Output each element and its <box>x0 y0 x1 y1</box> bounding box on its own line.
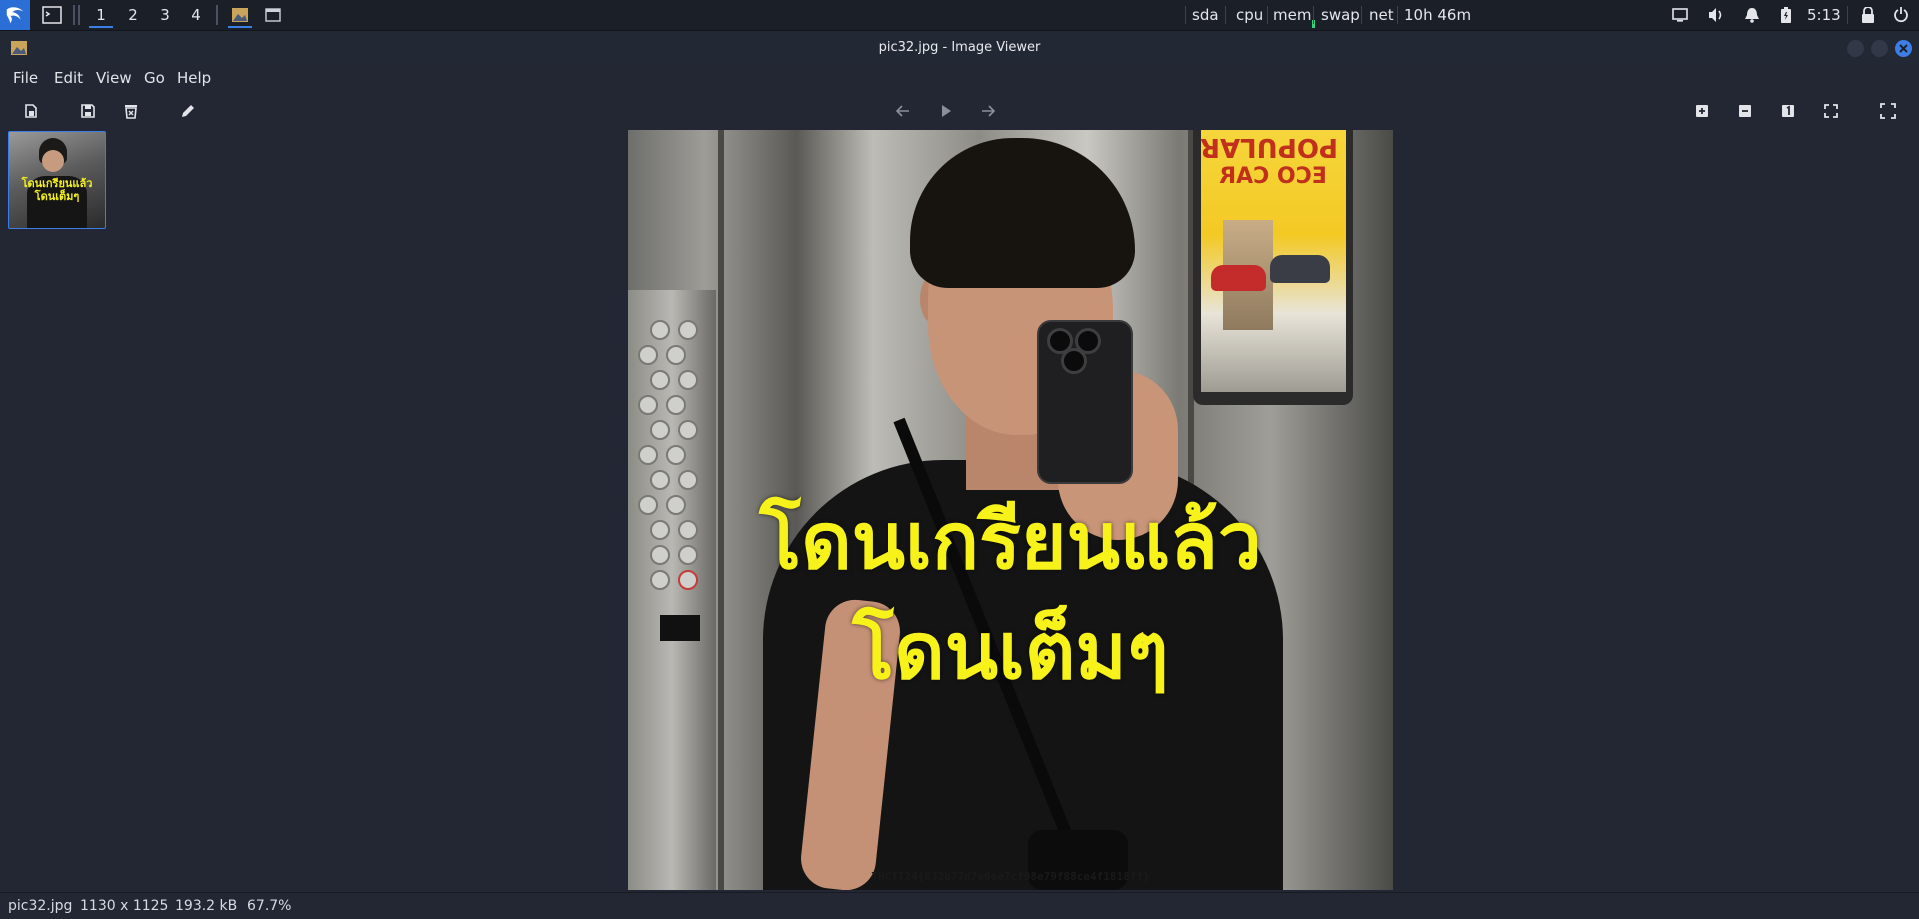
net-monitor[interactable]: net <box>1369 0 1394 30</box>
monitor-separator <box>1267 6 1268 24</box>
monitor-separator <box>1313 6 1314 24</box>
ad-car-red <box>1211 265 1266 291</box>
image-viewer-icon <box>232 8 248 22</box>
window-title: pic32.jpg - Image Viewer <box>878 40 1041 55</box>
edit-button[interactable] <box>177 100 199 122</box>
bell-icon[interactable] <box>1741 0 1763 30</box>
volume-icon[interactable] <box>1705 0 1727 30</box>
menu-edit[interactable]: Edit <box>54 65 83 91</box>
thumbnail-caption: โดนเกรียนแล้ว โดนเต็มๆ <box>9 177 105 203</box>
swap-monitor[interactable]: swap <box>1321 0 1360 30</box>
open-button[interactable] <box>20 100 42 122</box>
mem-monitor[interactable]: mem <box>1273 0 1311 30</box>
status-dimensions: 1130 x 1125 <box>80 898 169 914</box>
workspace-1[interactable]: 1 <box>86 0 116 30</box>
toolbar <box>0 93 1919 127</box>
tray-separator <box>1847 6 1848 24</box>
task-image-viewer[interactable] <box>225 0 255 30</box>
battery-icon[interactable] <box>1775 0 1797 30</box>
thumbnail-caption-line2: โดนเต็มๆ <box>34 190 80 203</box>
thumbnail-caption-line1: โดนเกรียนแล้ว <box>21 177 93 190</box>
ad-car-dark <box>1270 255 1330 283</box>
panel-separator <box>73 5 75 25</box>
panel-separator <box>78 5 80 25</box>
close-icon <box>1899 44 1908 53</box>
save-button[interactable] <box>77 100 99 122</box>
image-watermark-text: THCTT24{832b77d7e6ee7cf98e79f88ce4f1818f… <box>871 870 1150 883</box>
power-icon[interactable] <box>1890 0 1912 30</box>
thumbnail-face <box>42 150 64 172</box>
zoom-1-icon <box>1782 105 1794 117</box>
delete-icon <box>125 105 137 119</box>
delete-button[interactable] <box>120 100 142 122</box>
cpu-monitor[interactable]: cpu <box>1236 0 1263 30</box>
display-icon[interactable] <box>1669 0 1691 30</box>
menu-view[interactable]: View <box>96 65 132 91</box>
status-filename: pic32.jpg <box>8 898 73 914</box>
zoom-out-button[interactable] <box>1734 100 1756 122</box>
phone-camera <box>1061 348 1087 374</box>
app-launcher-icon[interactable] <box>0 0 30 30</box>
fullscreen-icon <box>1880 103 1896 119</box>
smartphone <box>1037 320 1133 484</box>
edit-icon <box>182 105 194 117</box>
ad-text-line2: ECO CAR <box>1219 164 1327 189</box>
workspace-2[interactable]: 2 <box>118 0 148 30</box>
fit-icon <box>1824 104 1838 118</box>
terminal-launcher-icon[interactable] <box>40 0 64 30</box>
fullscreen-button[interactable] <box>1877 100 1899 122</box>
thumbnail-pic32[interactable]: โดนเกรียนแล้ว โดนเต็มๆ <box>8 131 106 229</box>
workspace-3[interactable]: 3 <box>150 0 180 30</box>
monitor-separator <box>1225 6 1226 24</box>
top-panel: 1 2 3 4 sda cpu mem swap net 10h 46m 5:1… <box>0 0 1919 31</box>
monitor-separator <box>1397 6 1398 24</box>
previous-button[interactable] <box>892 100 914 122</box>
elevator-button-panel <box>628 290 716 890</box>
window-icon <box>265 8 281 22</box>
minimize-button[interactable] <box>1847 40 1864 57</box>
next-button[interactable] <box>977 100 999 122</box>
main-image[interactable]: POPULAR ECO CAR โดนเกรียนแล้ว โดนเต็มๆ T… <box>628 130 1393 890</box>
zoom-in-icon <box>1696 105 1708 117</box>
close-button[interactable] <box>1895 40 1912 57</box>
menu-go[interactable]: Go <box>144 65 165 91</box>
image-caption-line1: โดนเกรียนแล้ว <box>759 497 1262 587</box>
menu-help[interactable]: Help <box>177 65 211 91</box>
window-titlebar[interactable]: pic32.jpg - Image Viewer <box>0 31 1919 65</box>
lock-icon[interactable] <box>1857 0 1879 30</box>
image-caption-line2: โดนเต็มๆ <box>852 607 1169 697</box>
menubar: File Edit View Go Help <box>0 65 1919 91</box>
open-icon <box>25 104 37 118</box>
forward-icon <box>982 105 996 117</box>
uptime-monitor[interactable]: 10h 46m <box>1404 0 1471 30</box>
workspace-4[interactable]: 4 <box>181 0 211 30</box>
maximize-button[interactable] <box>1871 40 1888 57</box>
menu-file[interactable]: File <box>13 65 38 91</box>
statusbar: pic32.jpg 1130 x 1125 193.2 kB 67.7% <box>0 892 1919 919</box>
task-terminal[interactable] <box>262 0 284 30</box>
fit-window-button[interactable] <box>1820 100 1842 122</box>
zoom-original-button[interactable] <box>1777 100 1799 122</box>
save-icon <box>81 104 95 118</box>
panel-separator <box>216 5 218 25</box>
ad-text-line1: POPULAR <box>1199 132 1338 162</box>
back-icon <box>895 105 909 117</box>
status-filesize: 193.2 kB <box>175 898 238 914</box>
kali-dragon-icon <box>6 7 24 24</box>
sda-monitor[interactable]: sda <box>1192 0 1219 30</box>
status-zoom: 67.7% <box>247 898 292 914</box>
monitor-separator <box>1185 6 1186 24</box>
person-hair <box>910 138 1135 288</box>
zoom-in-button[interactable] <box>1691 100 1713 122</box>
zoom-out-icon <box>1739 105 1751 117</box>
play-icon <box>942 105 951 117</box>
clock[interactable]: 5:13 <box>1807 0 1841 30</box>
slideshow-button[interactable] <box>935 100 957 122</box>
monitor-separator <box>1361 6 1362 24</box>
